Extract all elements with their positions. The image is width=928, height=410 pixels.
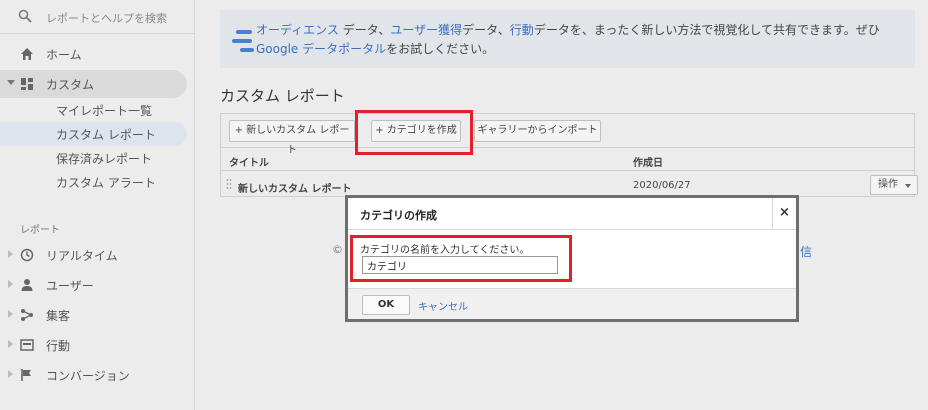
feedback-link[interactable]: 信 [800, 243, 812, 260]
column-header-created[interactable]: 作成日 [633, 154, 663, 169]
highlight-box [355, 110, 473, 155]
close-icon[interactable]: × [772, 198, 796, 230]
sidebar-item-behavior[interactable]: 行動 [0, 331, 195, 359]
custom-reports-table: + 新しいカスタム レポート + カテゴリを作成 ギャラリーからインポート タイ… [220, 113, 918, 197]
dashboard-icon [21, 78, 33, 90]
flag-icon [21, 369, 31, 381]
reports-section-label: レポート [20, 225, 60, 236]
dialog-header: カテゴリの作成 × [348, 198, 796, 230]
sidebar-item-customization[interactable]: カスタム [0, 70, 187, 98]
sidebar-subitem-label: カスタム アラート [56, 176, 156, 190]
dialog-title: カテゴリの作成 [360, 209, 437, 222]
search-placeholder: レポートとヘルプを検索 [46, 12, 167, 25]
copyright-symbol: © [332, 243, 343, 256]
banner-text-fragment: データ、 [462, 23, 510, 37]
data-studio-logo-icon [232, 30, 254, 52]
sidebar-item-realtime[interactable]: リアルタイム [0, 241, 195, 269]
sidebar-item-audience[interactable]: ユーザー [0, 271, 195, 299]
report-title-link[interactable]: 新しいカスタム レポート [238, 180, 351, 195]
sidebar-subitem-label: カスタム レポート [56, 128, 156, 142]
chevron-down-icon [7, 80, 15, 85]
ok-button[interactable]: OK [362, 295, 410, 315]
sidebar-subitem-custom-alerts[interactable]: カスタム アラート [0, 170, 195, 194]
sidebar-subitem-my-reports[interactable]: マイレポート一覧 [0, 98, 195, 122]
clock-icon [20, 248, 34, 262]
sidebar-item-label: 集客 [46, 309, 71, 323]
sidebar-item-label: カスタム [46, 78, 95, 92]
behavior-link[interactable]: 行動 [510, 23, 534, 37]
banner-text-fragment: データ、 [338, 23, 391, 37]
import-from-gallery-button[interactable]: ギャラリーからインポート [474, 120, 601, 142]
banner-text-fragment: データを、まったく新しい方法で視覚化して共有できます。ぜひ [533, 23, 880, 37]
sidebar: レポートとヘルプを検索 ホーム カスタム マイレポート一覧 カスタム レポート … [0, 0, 195, 410]
sidebar-item-label: 行動 [46, 339, 71, 353]
chevron-right-icon [8, 280, 13, 288]
sidebar-item-label: リアルタイム [46, 249, 118, 263]
table-toolbar: + 新しいカスタム レポート + カテゴリを作成 ギャラリーからインポート [221, 114, 914, 156]
actions-dropdown-label: 操作 [878, 179, 898, 190]
audience-link[interactable]: オーディエンス [256, 23, 339, 37]
page-title: カスタム レポート [220, 87, 345, 105]
chevron-right-icon [8, 310, 13, 318]
home-icon [21, 48, 33, 60]
behavior-icon [20, 339, 34, 351]
new-custom-report-button[interactable]: + 新しいカスタム レポート [229, 120, 355, 156]
drag-handle-icon[interactable] [226, 178, 232, 190]
sidebar-subitem-label: 保存済みレポート [56, 152, 153, 166]
banner-text-fragment: をお試しください。 [386, 42, 495, 56]
search-bar[interactable]: レポートとヘルプを検索 [0, 0, 195, 34]
actions-dropdown[interactable]: 操作 [870, 175, 918, 195]
person-icon [21, 279, 33, 291]
sidebar-item-label: コンバージョン [46, 369, 130, 383]
chevron-down-icon [905, 184, 911, 188]
report-created-date: 2020/06/27 [633, 180, 691, 191]
data-studio-banner: オーディエンス データ、ユーザー獲得データ、行動データを、まったく新しい方法で視… [220, 10, 915, 68]
cancel-button[interactable]: キャンセル [418, 298, 468, 313]
banner-text: オーディエンス データ、ユーザー獲得データ、行動データを、まったく新しい方法で視… [256, 21, 906, 59]
acquisition-link[interactable]: ユーザー獲得 [390, 23, 462, 37]
chevron-right-icon [8, 340, 13, 348]
sidebar-subitem-saved-reports[interactable]: 保存済みレポート [0, 146, 195, 170]
sidebar-item-conversions[interactable]: コンバージョン [0, 361, 195, 389]
sidebar-item-acquisition[interactable]: 集客 [0, 301, 195, 329]
sidebar-item-label: ユーザー [46, 279, 94, 293]
sidebar-item-home[interactable]: ホーム [0, 40, 195, 68]
chevron-right-icon [8, 250, 13, 258]
dialog-footer: OK キャンセル [348, 288, 796, 319]
column-header-title[interactable]: タイトル [229, 154, 269, 169]
highlight-box [350, 235, 572, 282]
acquisition-icon [21, 309, 33, 321]
sidebar-item-label: ホーム [46, 48, 82, 62]
search-icon [18, 9, 32, 23]
sidebar-subitem-custom-reports[interactable]: カスタム レポート [0, 122, 187, 146]
divider [221, 170, 914, 171]
chevron-right-icon [8, 370, 13, 378]
sidebar-subitem-label: マイレポート一覧 [56, 104, 153, 118]
data-studio-link[interactable]: Google データポータル [256, 42, 386, 56]
